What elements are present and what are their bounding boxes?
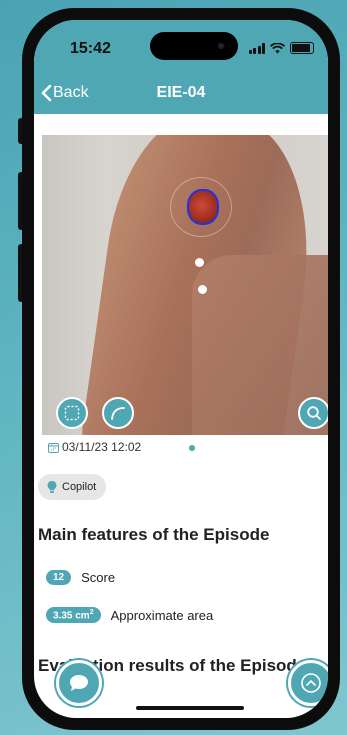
battery-icon — [290, 42, 314, 54]
photo-meta: 03/11/23 12:02 — [48, 440, 141, 454]
copilot-button[interactable]: Copilot — [38, 474, 107, 500]
score-badge: 12 — [46, 570, 72, 585]
curve-icon — [111, 407, 125, 420]
wifi-icon — [270, 42, 285, 53]
calendar-icon — [48, 442, 59, 453]
dashed-square-icon — [64, 405, 80, 421]
chat-button[interactable] — [56, 660, 102, 706]
chevron-up-icon — [301, 673, 321, 693]
dynamic-island — [150, 32, 238, 60]
marker-dot[interactable] — [198, 285, 207, 294]
page-indicator-dot[interactable] — [189, 445, 195, 451]
select-tool-button[interactable] — [56, 397, 88, 429]
status-icons — [248, 42, 314, 54]
signal-icon — [248, 42, 265, 54]
scroll-top-button[interactable] — [288, 660, 328, 706]
draw-tool-button[interactable] — [102, 397, 134, 429]
phone-frame: 15:42 Back EIE-04 03/11/23 12:02 Copilot… — [22, 8, 340, 730]
screen: 15:42 Back EIE-04 03/11/23 12:02 Copilot… — [34, 20, 328, 718]
feature-area: 3.35 cm2 Approximate area — [46, 607, 214, 624]
home-indicator[interactable] — [136, 706, 244, 710]
copilot-label: Copilot — [62, 481, 97, 493]
wound-photo[interactable] — [42, 135, 328, 435]
wound-outline[interactable] — [187, 189, 219, 225]
magnifier-icon — [307, 406, 321, 420]
app-header: 15:42 Back EIE-04 — [34, 20, 328, 114]
area-badge: 3.35 cm2 — [46, 607, 101, 624]
status-time: 15:42 — [70, 40, 111, 57]
page-title: EIE-04 — [156, 84, 206, 101]
lightbulb-icon — [47, 480, 57, 493]
feature-label: Score — [81, 570, 116, 585]
main-features-heading: Main features of the Episode — [38, 525, 270, 544]
feature-label: Approximate area — [110, 607, 214, 623]
marker-dot[interactable] — [195, 258, 204, 267]
zoom-button[interactable] — [298, 397, 328, 429]
feature-score: 12 Score — [46, 570, 115, 585]
chat-bubble-icon — [70, 675, 88, 691]
photo-timestamp: 03/11/23 12:02 — [62, 440, 142, 454]
